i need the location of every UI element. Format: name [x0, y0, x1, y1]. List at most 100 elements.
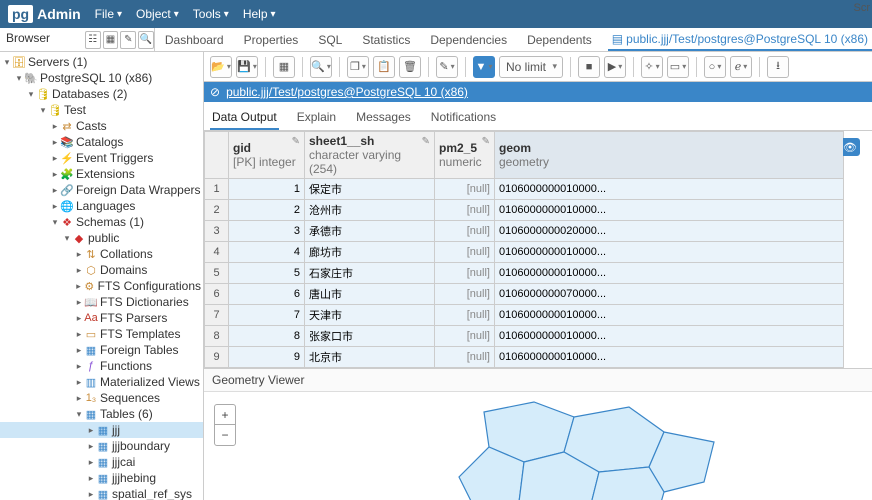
cell-sh[interactable]: 唐山市	[305, 284, 435, 305]
cell-gid[interactable]: 6	[229, 284, 305, 305]
cell-sh[interactable]: 承德市	[305, 221, 435, 242]
table-row[interactable]: 22沧州市[null]0106000000010000...	[205, 200, 844, 221]
geometry-viewer-header[interactable]: Geometry Viewer	[204, 368, 872, 392]
tree-casts[interactable]: ▸⇄Casts	[0, 118, 203, 134]
cell-sh[interactable]: 石家庄市	[305, 263, 435, 284]
tree-mat-views[interactable]: ▸▥Materialized Views	[0, 374, 203, 390]
cell-gid[interactable]: 3	[229, 221, 305, 242]
table-row[interactable]: 99北京市[null]0106000000010000...	[205, 347, 844, 368]
tab-properties[interactable]: Properties	[240, 30, 303, 50]
tree-databases[interactable]: ▾🛢Databases (2)	[0, 86, 203, 102]
cell-gid[interactable]: 7	[229, 305, 305, 326]
menu-file[interactable]: File▾	[95, 7, 122, 21]
save-button[interactable]: 💾	[236, 56, 258, 78]
connection-bar[interactable]: ⊘ public.jjj/Test/postgres@PostgreSQL 10…	[204, 82, 872, 102]
copy-button[interactable]: ▦	[273, 56, 295, 78]
tree-fdw[interactable]: ▸🔗Foreign Data Wrappers	[0, 182, 203, 198]
table-row[interactable]: 11保定市[null]0106000000010000...	[205, 179, 844, 200]
zoom-out-button[interactable]: −	[215, 425, 235, 445]
tree-public[interactable]: ▾◆public	[0, 230, 203, 246]
filter-button[interactable]: ▼	[473, 56, 495, 78]
cell-geom[interactable]: 0106000000010000...	[495, 347, 844, 368]
cell-geom[interactable]: 0106000000010000...	[495, 263, 844, 284]
tree-collations[interactable]: ▸⇅Collations	[0, 246, 203, 262]
menu-help[interactable]: Help▾	[243, 7, 276, 21]
tree-tables[interactable]: ▾▦Tables (6)	[0, 406, 203, 422]
table-row[interactable]: 88张家口市[null]0106000000010000...	[205, 326, 844, 347]
tree-fts-dict[interactable]: ▸📖FTS Dictionaries	[0, 294, 203, 310]
cell-sh[interactable]: 保定市	[305, 179, 435, 200]
tree-fts-templates[interactable]: ▸▭FTS Templates	[0, 326, 203, 342]
col-gid[interactable]: ✎gid[PK] integer	[229, 132, 305, 179]
tree-script-icon[interactable]: ✎	[120, 31, 136, 49]
tree-sequences[interactable]: ▸1₃Sequences	[0, 390, 203, 406]
cell-rownum[interactable]: 8	[205, 326, 229, 347]
cell-geom[interactable]: 0106000000070000...	[495, 284, 844, 305]
tree-table-jjj[interactable]: ▸▦jjj	[0, 422, 203, 438]
tree-db-test[interactable]: ▾🛢Test	[0, 102, 203, 118]
cell-pm25[interactable]: [null]	[435, 200, 495, 221]
cell-pm25[interactable]: [null]	[435, 263, 495, 284]
history-button[interactable]: ❐	[347, 56, 369, 78]
cell-gid[interactable]: 4	[229, 242, 305, 263]
tree-event-triggers[interactable]: ▸⚡Event Triggers	[0, 150, 203, 166]
cell-geom[interactable]: 0106000000010000...	[495, 179, 844, 200]
tree-table-jjjcai[interactable]: ▸▦jjjcai	[0, 454, 203, 470]
tree-extensions[interactable]: ▸🧩Extensions	[0, 166, 203, 182]
tree-catalogs[interactable]: ▸📚Catalogs	[0, 134, 203, 150]
cell-gid[interactable]: 5	[229, 263, 305, 284]
tree-fts-conf[interactable]: ▸⚙FTS Configurations	[0, 278, 203, 294]
geometry-map[interactable]: + −	[204, 392, 872, 500]
menu-object[interactable]: Object▾	[136, 7, 179, 21]
explain-button[interactable]: ✧	[641, 56, 663, 78]
tree-settings-icon[interactable]: ☷	[85, 31, 101, 49]
cell-rownum[interactable]: 4	[205, 242, 229, 263]
cell-pm25[interactable]: [null]	[435, 242, 495, 263]
tree-languages[interactable]: ▸🌐Languages	[0, 198, 203, 214]
cell-pm25[interactable]: [null]	[435, 179, 495, 200]
cell-pm25[interactable]: [null]	[435, 326, 495, 347]
col-rownum[interactable]	[205, 132, 229, 179]
cell-gid[interactable]: 8	[229, 326, 305, 347]
cell-gid[interactable]: 1	[229, 179, 305, 200]
rtab-messages[interactable]: Messages	[354, 106, 413, 130]
rtab-explain[interactable]: Explain	[295, 106, 338, 130]
rtab-notifications[interactable]: Notifications	[429, 106, 498, 130]
cell-geom[interactable]: 0106000000010000...	[495, 200, 844, 221]
execute-button[interactable]: ▶	[604, 56, 626, 78]
tab-query-editor[interactable]: ▤public.jjj/Test/postgres@PostgreSQL 10 …	[608, 29, 872, 51]
auto-commit-button[interactable]: ○	[704, 56, 726, 78]
cell-sh[interactable]: 张家口市	[305, 326, 435, 347]
cell-sh[interactable]: 沧州市	[305, 200, 435, 221]
tree-functions[interactable]: ▸ƒFunctions	[0, 358, 203, 374]
row-limit-select[interactable]: No limit	[499, 56, 563, 78]
col-pm25[interactable]: ✎pm2_5numeric	[435, 132, 495, 179]
tab-sql[interactable]: SQL	[314, 30, 346, 50]
cell-sh[interactable]: 廊坊市	[305, 242, 435, 263]
data-grid[interactable]: ✎gid[PK] integer ✎sheet1__shcharacter va…	[204, 131, 844, 368]
tree-fts-parsers[interactable]: ▸AaFTS Parsers	[0, 310, 203, 326]
cell-rownum[interactable]: 2	[205, 200, 229, 221]
open-button[interactable]: 📂	[210, 56, 232, 78]
cell-rownum[interactable]: 9	[205, 347, 229, 368]
tree-schemas[interactable]: ▾❖Schemas (1)	[0, 214, 203, 230]
zoom-in-button[interactable]: +	[215, 405, 235, 425]
tree-search-icon[interactable]: 🔍	[138, 31, 154, 49]
tree-foreign-tables[interactable]: ▸▦Foreign Tables	[0, 342, 203, 358]
stop-button[interactable]: ■	[578, 56, 600, 78]
cancel-icon[interactable]: ⊘	[210, 85, 220, 99]
cell-gid[interactable]: 9	[229, 347, 305, 368]
cell-sh[interactable]: 天津市	[305, 305, 435, 326]
paste-button[interactable]: 📋	[373, 56, 395, 78]
table-row[interactable]: 66唐山市[null]0106000000070000...	[205, 284, 844, 305]
cell-sh[interactable]: 北京市	[305, 347, 435, 368]
cell-rownum[interactable]: 7	[205, 305, 229, 326]
cell-geom[interactable]: 0106000000010000...	[495, 326, 844, 347]
table-row[interactable]: 55石家庄市[null]0106000000010000...	[205, 263, 844, 284]
tab-dashboard[interactable]: Dashboard	[161, 30, 228, 50]
tree-servers[interactable]: ▾🗄Servers (1)	[0, 54, 203, 70]
cell-pm25[interactable]: [null]	[435, 221, 495, 242]
cell-geom[interactable]: 0106000000020000...	[495, 221, 844, 242]
tree-table-spatial-ref-sys[interactable]: ▸▦spatial_ref_sys	[0, 486, 203, 500]
tree-server[interactable]: ▾🐘PostgreSQL 10 (x86)	[0, 70, 203, 86]
